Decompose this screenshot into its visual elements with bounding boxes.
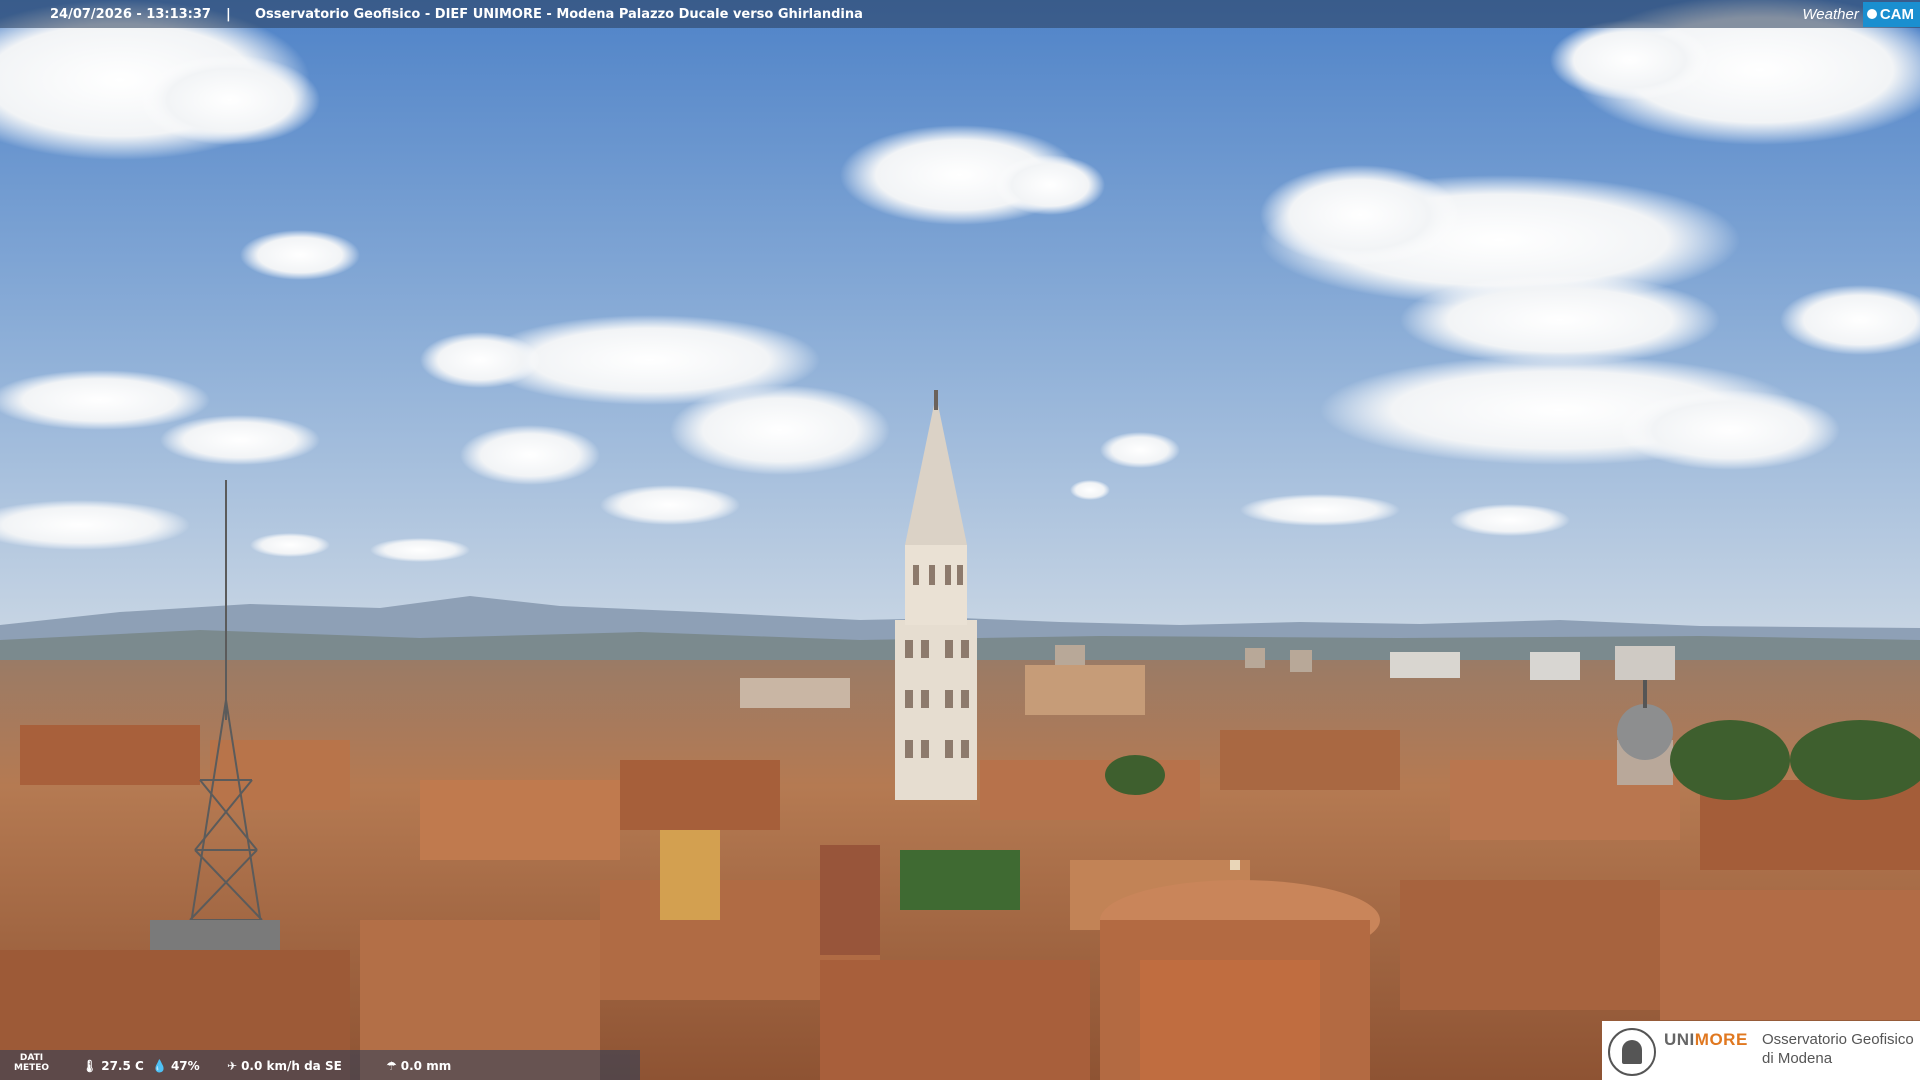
temperature-value: 27.5 C xyxy=(101,1059,144,1073)
meteo-bar: DATI METEO 🌡 27.5 C 💧 47% ✈ 0.0 km/h da SE … xyxy=(0,1050,640,1080)
humidity-reading: 💧 47% xyxy=(152,1059,200,1073)
rain-value: 0.0 mm xyxy=(400,1059,452,1073)
timestamp: 24/07/2026 - 13:13:37 xyxy=(50,7,211,22)
observatory-name: Osservatorio Geofisico di Modena xyxy=(1762,1030,1914,1068)
brand-weather: Weather xyxy=(1802,5,1859,23)
wind-reading: ✈ 0.0 km/h da SE xyxy=(227,1059,342,1073)
cam-dot-icon xyxy=(1866,8,1877,19)
wind-icon: ✈ xyxy=(227,1059,238,1073)
humidity-drop-icon: 💧 xyxy=(152,1059,167,1073)
weathercam-logo: Weather CAM xyxy=(1798,0,1920,28)
info-bar: 24/07/2026 - 13:13:37 | Osservatorio Geo… xyxy=(0,0,1920,28)
thermometer-icon: 🌡 xyxy=(82,1059,98,1073)
seal-icon xyxy=(1608,1028,1656,1076)
meteo-label-line2: METEO xyxy=(14,1063,50,1073)
meteo-label: DATI METEO xyxy=(14,1053,49,1073)
brand-cam: CAM xyxy=(1879,5,1914,23)
humidity-value: 47% xyxy=(170,1059,200,1073)
camera-title: Osservatorio Geofisico - DIEF UNIMORE - … xyxy=(255,7,863,22)
wordmark-uni: UNI xyxy=(1664,1030,1695,1049)
rain-reading: ☂ 0.0 mm xyxy=(386,1059,451,1073)
separator: | xyxy=(226,7,231,22)
wordmark-more: MORE xyxy=(1694,1030,1748,1049)
webcam-view xyxy=(0,0,1920,1080)
rain-icon: ☂ xyxy=(386,1059,397,1073)
brand-cam-box: CAM xyxy=(1862,1,1920,27)
meteo-label-line1: DATI xyxy=(19,1053,44,1063)
wind-value: 0.0 km/h da SE xyxy=(241,1059,342,1073)
unimore-wordmark: UNIMORE xyxy=(1664,1030,1748,1050)
temperature-reading: 🌡 27.5 C xyxy=(82,1059,144,1073)
observatory-line1: Osservatorio Geofisico xyxy=(1762,1031,1914,1048)
observatory-line2: di Modena xyxy=(1762,1050,1833,1067)
unimore-logo: UNIMORE Osservatorio Geofisico di Modena xyxy=(1602,1021,1920,1080)
